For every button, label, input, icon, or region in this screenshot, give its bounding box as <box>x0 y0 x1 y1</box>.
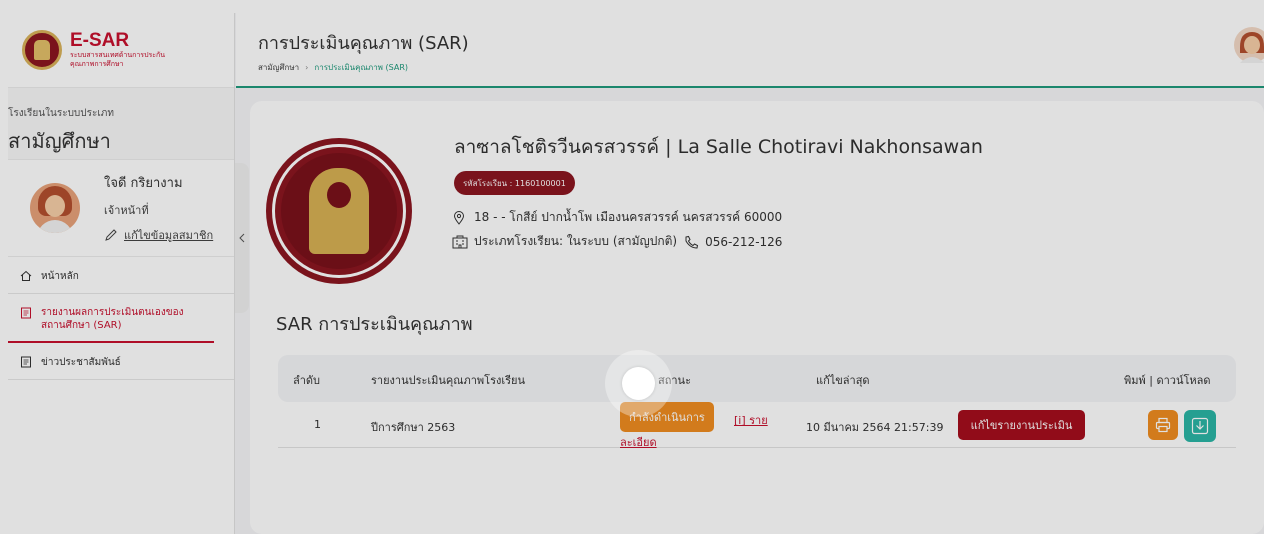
app-window: E-SAR ระบบสารสนเทศด้านการประกัน คุณภาพกา… <box>8 13 1264 534</box>
breadcrumb-item-home[interactable]: สามัญศึกษา <box>258 61 299 74</box>
download-icon <box>1191 417 1209 435</box>
breadcrumb: สามัญศึกษา › การประเมินคุณภาพ (SAR) <box>258 61 408 74</box>
sar-table-header: ลำดับ รายงานประเมินคุณภาพโรงเรียน สถานะ … <box>278 355 1236 402</box>
user-name: ใจดี กริยางาม <box>104 176 183 191</box>
row-no: 1 <box>314 418 321 431</box>
school-type-line: ประเภทโรงเรียน: ในระบบ (สามัญปกติ) 056-2… <box>452 232 782 251</box>
sidebar-item-sar-report[interactable]: รายงานผลการประเมินตนเองของสถานศึกษา (SAR… <box>8 294 214 343</box>
cursor-dot <box>622 367 655 400</box>
school-type-label: โรงเรียนในระบบประเภท <box>8 108 114 119</box>
cursor-click-indicator <box>605 350 672 417</box>
edit-profile-link[interactable]: แก้ไขข้อมูลสมาชิก <box>104 226 213 244</box>
column-header-print-download: พิมพ์ | ดาวน์โหลด <box>1124 374 1211 387</box>
download-button[interactable] <box>1184 410 1216 442</box>
document-icon <box>21 307 31 319</box>
school-type-panel: โรงเรียนในระบบประเภท สามัญศึกษา <box>8 88 234 160</box>
column-header-updated: แก้ไขล่าสุด <box>816 374 870 387</box>
app-logo-subtitle: ระบบสารสนเทศด้านการประกัน <box>70 51 166 59</box>
table-row: 1 ปีการศึกษา 2563 กำลังดำเนินการ [i] ราย… <box>278 402 1236 451</box>
print-button[interactable] <box>1148 410 1178 440</box>
school-phone: 056-212-126 <box>705 234 783 249</box>
phone-icon <box>685 235 699 249</box>
user-profile: ใจดี กริยางาม เจ้าหน้าที่ แก้ไขข้อมูลสมา… <box>8 160 234 257</box>
column-header-report: รายงานประเมินคุณภาพโรงเรียน <box>371 374 525 387</box>
chevron-left-icon <box>239 233 245 243</box>
sidebar-item-label: หน้าหลัก <box>41 271 79 282</box>
school-type-text: ประเภทโรงเรียน: ในระบบ (สามัญปกติ) <box>474 234 678 248</box>
page-header: การประเมินคุณภาพ (SAR) สามัญศึกษา › การป… <box>236 13 1264 88</box>
user-role: เจ้าหน้าที่ <box>104 204 149 217</box>
building-icon <box>452 235 468 248</box>
column-header-no: ลำดับ <box>293 374 321 387</box>
school-type-value: สามัญศึกษา <box>8 129 111 153</box>
school-name: ลาซาลโชติรวีนครสวรรค์ | La Salle Chotira… <box>454 136 983 158</box>
page-title: การประเมินคุณภาพ (SAR) <box>258 33 469 54</box>
pencil-icon <box>105 229 117 241</box>
printer-icon <box>1155 417 1171 433</box>
logo-area[interactable]: E-SAR ระบบสารสนเทศด้านการประกัน คุณภาพกา… <box>8 13 234 88</box>
sidebar-item-home[interactable]: หน้าหลัก <box>8 257 234 294</box>
edit-profile-label[interactable]: แก้ไขข้อมูลสมาชิก <box>124 226 213 244</box>
sidebar: E-SAR ระบบสารสนเทศด้านการประกัน คุณภาพกา… <box>8 13 235 534</box>
header-avatar[interactable] <box>1234 27 1264 63</box>
sidebar-collapse-toggle[interactable] <box>235 163 249 313</box>
sidebar-item-label: รายงานผลการประเมินตนเองของสถานศึกษา (SAR… <box>41 307 184 331</box>
row-report: ปีการศึกษา 2563 <box>371 421 456 434</box>
school-card: ลาซาลโชติรวีนครสวรรค์ | La Salle Chotira… <box>250 101 1264 534</box>
avatar <box>30 183 80 233</box>
details-link-continued[interactable]: ละเอียด <box>620 433 657 451</box>
sar-section-heading: SAR การประเมินคุณภาพ <box>276 314 473 335</box>
school-seal-logo <box>22 30 62 70</box>
app-logo-subtitle-2: คุณภาพการศึกษา <box>70 60 124 68</box>
location-pin-icon <box>453 210 465 225</box>
school-address: 18 - - โกสีย์ ปากน้ำโพ เมืองนครสวรรค์ นค… <box>452 208 782 227</box>
details-link[interactable]: [i] ราย <box>734 411 768 429</box>
sidebar-item-news[interactable]: ข่าวประชาสัมพันธ์ <box>8 343 234 380</box>
home-icon <box>20 270 32 281</box>
edit-report-button[interactable]: แก้ไขรายงานประเมิน <box>958 410 1085 440</box>
document-icon <box>21 356 31 368</box>
school-emblem <box>266 138 412 284</box>
sidebar-item-label: ข่าวประชาสัมพันธ์ <box>41 357 121 368</box>
school-code-badge: รหัสโรงเรียน : 1160100001 <box>454 171 575 195</box>
app-logo-title: E-SAR <box>70 30 130 51</box>
row-updated: 10 มีนาคม 2564 21:57:39 <box>806 421 944 434</box>
breadcrumb-separator-icon: › <box>305 63 309 72</box>
breadcrumb-item-current[interactable]: การประเมินคุณภาพ (SAR) <box>314 61 408 74</box>
school-address-text: 18 - - โกสีย์ ปากน้ำโพ เมืองนครสวรรค์ นค… <box>474 210 783 224</box>
